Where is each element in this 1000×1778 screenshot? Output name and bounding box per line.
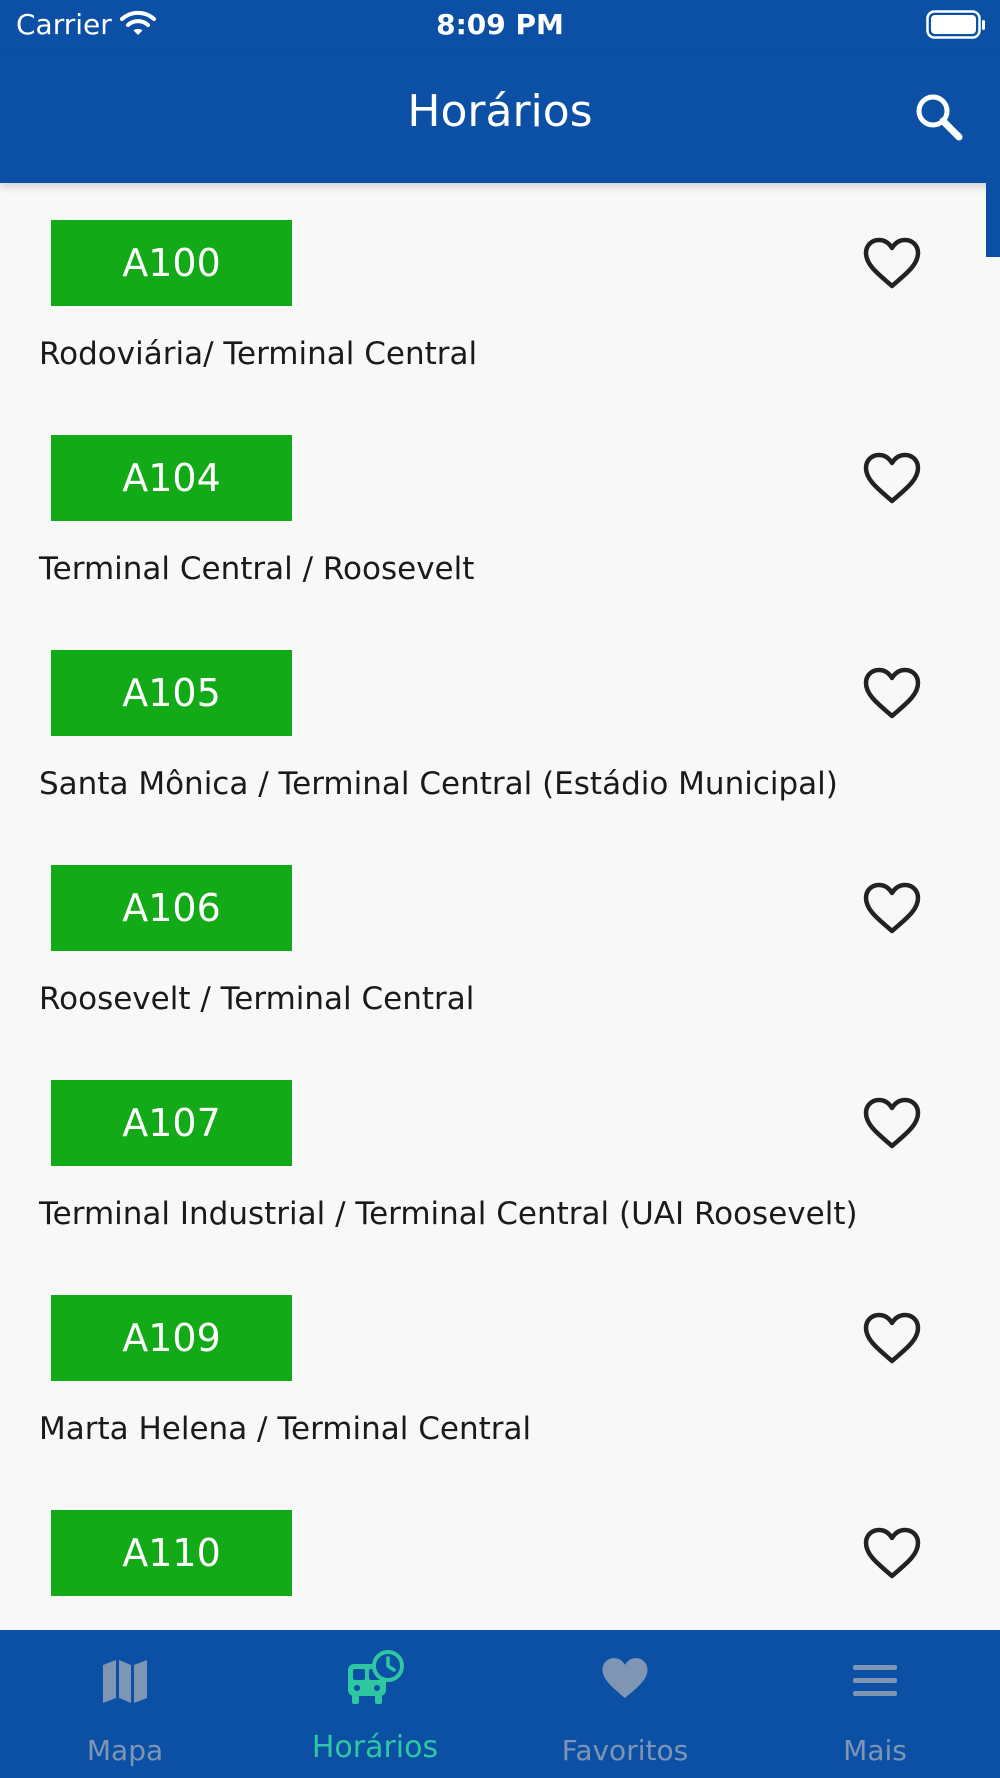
tab-label: Mapa <box>86 1734 164 1767</box>
route-list[interactable]: A100 Rodoviária/ Terminal Central A104 T… <box>0 183 1000 1630</box>
status-bar: Carrier 8:09 PM <box>0 0 1000 52</box>
battery-icon <box>926 10 986 44</box>
route-item[interactable]: A104 Terminal Central / Roosevelt <box>0 398 985 613</box>
route-code-badge[interactable]: A109 <box>51 1295 292 1381</box>
route-name: Marta Helena / Terminal Central <box>39 1411 532 1447</box>
tab-label: Favoritos <box>561 1734 689 1767</box>
route-name: Santa Mônica / Terminal Central (Estádio… <box>39 766 838 802</box>
tab-mapa[interactable]: Mapa <box>0 1630 250 1778</box>
tab-horarios[interactable]: Horários <box>250 1630 500 1778</box>
map-icon <box>0 1656 250 1706</box>
tab-label: Horários <box>311 1730 439 1765</box>
scrollbar-thumb[interactable] <box>986 183 1000 257</box>
route-name: Roosevelt / Terminal Central <box>39 981 475 1017</box>
nav-bar: Horários <box>0 52 1000 183</box>
route-code-badge[interactable]: A104 <box>51 435 292 521</box>
route-name: Rodoviária/ Terminal Central <box>39 336 478 372</box>
heart-outline-icon[interactable] <box>862 1097 922 1151</box>
route-name: Terminal Central / Roosevelt <box>39 551 475 587</box>
heart-icon <box>500 1656 750 1702</box>
status-time: 8:09 PM <box>436 8 564 41</box>
tab-label: Mais <box>843 1734 907 1767</box>
route-item[interactable]: A100 Rodoviária/ Terminal Central <box>0 183 985 398</box>
heart-outline-icon[interactable] <box>862 1527 922 1581</box>
bus-clock-icon <box>250 1650 500 1708</box>
route-code-badge[interactable]: A100 <box>51 220 292 306</box>
route-code-badge[interactable]: A105 <box>51 650 292 736</box>
route-code-badge[interactable]: A107 <box>51 1080 292 1166</box>
tab-mais[interactable]: Mais <box>750 1630 1000 1778</box>
menu-icon <box>750 1656 1000 1706</box>
tab-bar: Mapa Horários Favoritos Mais <box>0 1630 1000 1778</box>
route-code-badge[interactable]: A106 <box>51 865 292 951</box>
route-name: Terminal Industrial / Terminal Central (… <box>39 1196 858 1232</box>
route-code-badge[interactable]: A110 <box>51 1510 292 1596</box>
route-item[interactable]: A110 <box>0 1473 985 1630</box>
route-item[interactable]: A105 Santa Mônica / Terminal Central (Es… <box>0 613 985 828</box>
heart-outline-icon[interactable] <box>862 882 922 936</box>
heart-outline-icon[interactable] <box>862 237 922 291</box>
heart-outline-icon[interactable] <box>862 1312 922 1366</box>
tab-favoritos[interactable]: Favoritos <box>500 1630 750 1778</box>
heart-outline-icon[interactable] <box>862 452 922 506</box>
page-title: Horários <box>407 86 593 137</box>
route-item[interactable]: A106 Roosevelt / Terminal Central <box>0 828 985 1043</box>
route-item[interactable]: A107 Terminal Industrial / Terminal Cent… <box>0 1043 985 1258</box>
heart-outline-icon[interactable] <box>862 667 922 721</box>
route-item[interactable]: A109 Marta Helena / Terminal Central <box>0 1258 985 1473</box>
search-icon[interactable] <box>912 90 966 144</box>
